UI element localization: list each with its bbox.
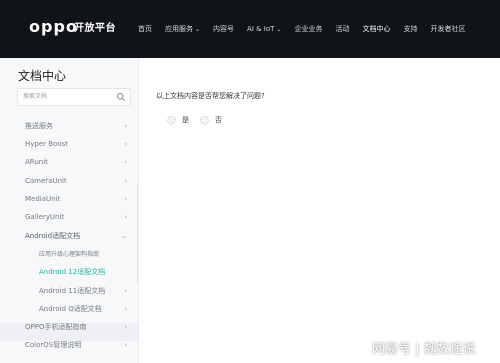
watermark: 网易号 | 魏数途说 [372, 342, 476, 357]
sidebar-item-android-adaptation[interactable]: Android适配文档 ⌄ [0, 227, 139, 244]
chevron-down-icon: ⌄ [276, 25, 282, 33]
nav-app-services-label: 应用服务 [165, 25, 193, 33]
search-box [17, 88, 131, 106]
nav-docs-label: 文档中心 [362, 25, 391, 33]
sidebar-item-label: 应用升级心理架构指南 [39, 251, 100, 258]
nav-enterprise-label: 企业业务 [294, 25, 323, 33]
nav-docs[interactable]: 文档中心 [362, 24, 390, 34]
chevron-right-icon: › [124, 121, 127, 130]
sidebar-item-label: CameraUnit [25, 176, 67, 185]
chevron-right-icon: › [124, 322, 127, 331]
thumbs-up-icon [167, 115, 176, 125]
sidebar-item-label: Android适配文档 [25, 231, 81, 240]
feedback-yes-button[interactable]: 是 [167, 115, 189, 125]
nav-content[interactable]: 内容号 [213, 24, 234, 34]
nav-community-label: 开发者社区 [430, 25, 466, 33]
sidebar-item-cameraunit[interactable]: CameraUnit › [0, 172, 139, 189]
sidebar-item-coloros[interactable]: ColorOS管理说明 › [0, 336, 139, 353]
chevron-right-icon: › [124, 176, 127, 185]
nav-ai-iot-label: AI & IoT [247, 25, 275, 33]
sidebar-item-label: OPPO手机适配指南 [25, 322, 87, 331]
nav-support[interactable]: 支持 [403, 24, 417, 34]
thumbs-down-icon [200, 115, 209, 125]
sidebar-item-label: MediaUnit [25, 194, 61, 203]
chevron-right-icon: › [124, 157, 127, 166]
nav-community[interactable]: 开发者社区 [430, 24, 465, 34]
sidebar-subitem-android-12[interactable]: Android 12适配文档 [0, 263, 139, 280]
sidebar-item-label: Android 12适配文档 [39, 267, 106, 276]
oppo-logo[interactable]: oppo [29, 17, 78, 36]
sidebar-subitem-upgrade-guide[interactable]: 应用升级心理架构指南 [0, 245, 139, 262]
sidebar-subitem-android-11[interactable]: Android 11适配文档 › [0, 282, 139, 299]
sidebar-subitem-android-q[interactable]: Android Q适配文档 › [0, 300, 139, 317]
feedback-no-label: 否 [215, 116, 222, 124]
nav-content-label: 内容号 [213, 25, 235, 33]
chevron-right-icon: › [124, 304, 127, 313]
sidebar-item-arunit[interactable]: ARunit › [0, 153, 139, 170]
nav-home[interactable]: 首页 [138, 24, 152, 34]
nav-support-label: 支持 [403, 25, 418, 33]
sidebar-item-label: 推送服务 [25, 121, 53, 130]
chevron-right-icon: › [124, 340, 127, 349]
search-input[interactable] [23, 91, 113, 102]
chevron-right-icon: › [124, 139, 127, 148]
sidebar-item-label: ARunit [25, 157, 48, 166]
sidebar-title: 文档中心 [18, 69, 67, 83]
sidebar-item-mediaunit[interactable]: MediaUnit › [0, 190, 139, 207]
sidebar-item-label: ColorOS管理说明 [25, 340, 82, 349]
nav-home-label: 首页 [138, 25, 152, 33]
main-content: 以上文档内容是否帮您解决了问题? 是 否 [139, 58, 500, 363]
chevron-down-icon: ⌄ [195, 25, 201, 33]
open-platform-label[interactable]: 开放平台 [74, 19, 116, 34]
chevron-down-icon: ⌄ [121, 231, 127, 240]
sidebar-item-hyper-boost[interactable]: Hyper Boost › [0, 135, 139, 152]
sidebar-item-galleryunit[interactable]: GalleryUnit › [0, 208, 139, 225]
nav-enterprise[interactable]: 企业业务 [294, 24, 322, 34]
nav-activities-label: 活动 [335, 25, 350, 33]
feedback-question: 以上文档内容是否帮您解决了问题? [156, 92, 265, 100]
feedback-no-button[interactable]: 否 [200, 115, 222, 125]
nav-ai-iot[interactable]: AI & IoT ⌄ [247, 25, 281, 33]
sidebar-item-label: Android 11适配文档 [39, 286, 106, 295]
feedback-yes-label: 是 [182, 116, 189, 124]
sidebar-item-label: GalleryUnit [25, 212, 65, 221]
chevron-right-icon: › [124, 212, 127, 221]
search-icon[interactable] [116, 92, 126, 102]
chevron-right-icon: › [124, 286, 127, 295]
sidebar-item-oppo-phone-guide[interactable]: OPPO手机适配指南 › [0, 318, 139, 335]
sidebar-item-label: Hyper Boost [25, 139, 69, 148]
sidebar-item-label: Android Q适配文档 [39, 304, 102, 313]
sidebar: 文档中心 推送服务 › Hyper Boost › ARunit › Camer… [0, 58, 139, 363]
nav-app-services[interactable]: 应用服务 ⌄ [165, 24, 200, 34]
chevron-right-icon: › [124, 194, 127, 203]
main-nav: 首页 应用服务 ⌄ 内容号 AI & IoT ⌄ 企业业务 活动 文档中心 支持 开… [138, 0, 478, 58]
sidebar-item-push[interactable]: 推送服务 › [0, 117, 139, 134]
top-header: oppo 开放平台 首页 应用服务 ⌄ 内容号 AI & IoT ⌄ 企业业务 活动… [0, 0, 500, 58]
nav-activities[interactable]: 活动 [335, 24, 349, 34]
